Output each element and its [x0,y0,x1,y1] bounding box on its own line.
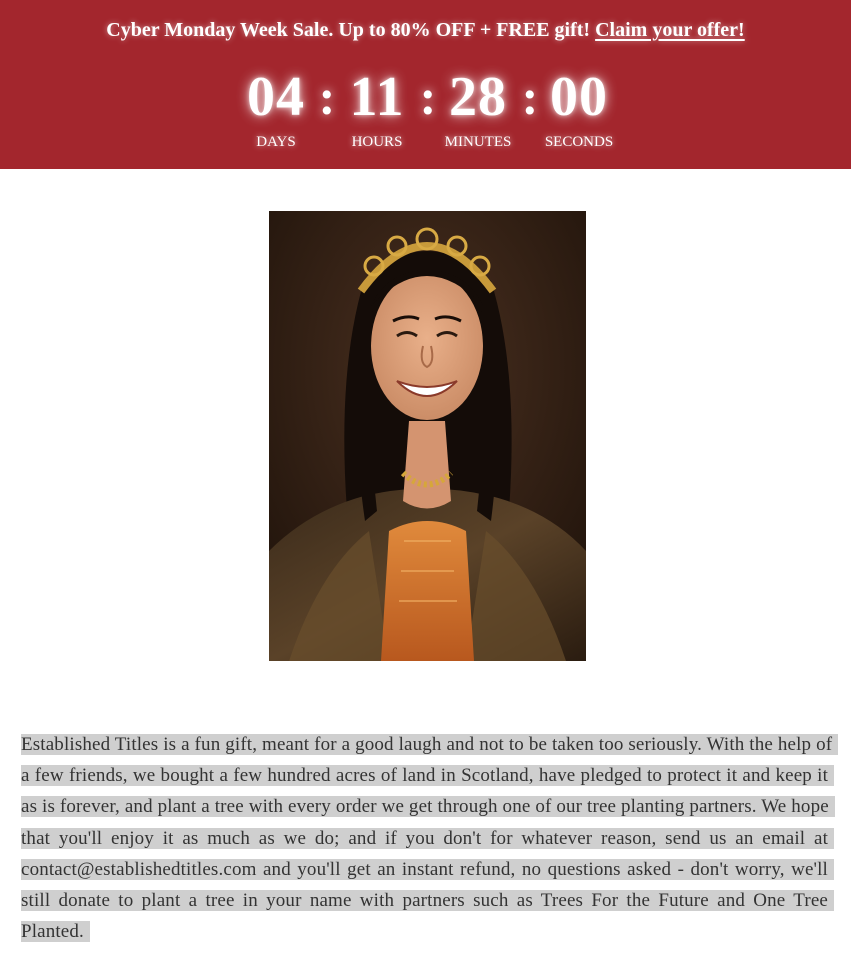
days-label: DAYS [256,134,296,150]
countdown-minutes: 28 MINUTES [428,64,528,151]
minutes-value: 28 [449,66,507,128]
days-value: 04 [247,66,305,128]
description-paragraph: Established Titles is a fun gift, meant … [21,729,839,947]
promo-line: Cyber Monday Week Sale. Up to 80% OFF + … [0,15,851,45]
description-text: Established Titles is a fun gift, meant … [21,734,839,943]
hours-label: HOURS [351,134,403,150]
hours-value: 11 [349,66,405,128]
promo-banner: Cyber Monday Week Sale. Up to 80% OFF + … [0,0,851,169]
countdown-days: 04 DAYS [226,64,326,151]
seconds-label: SECONDS [544,134,614,150]
countdown-timer: 04 DAYS : 11 HOURS : 28 MINUTES : 00 SEC… [0,64,851,164]
countdown-hours: 11 HOURS [327,64,427,151]
minutes-label: MINUTES [444,134,512,150]
portrait-image [269,211,586,661]
seconds-value: 00 [550,66,608,128]
countdown-seconds: 00 SECONDS [529,64,629,151]
claim-offer-link[interactable]: Claim your offer! [595,19,745,41]
promo-text: Cyber Monday Week Sale. Up to 80% OFF + … [106,19,596,41]
